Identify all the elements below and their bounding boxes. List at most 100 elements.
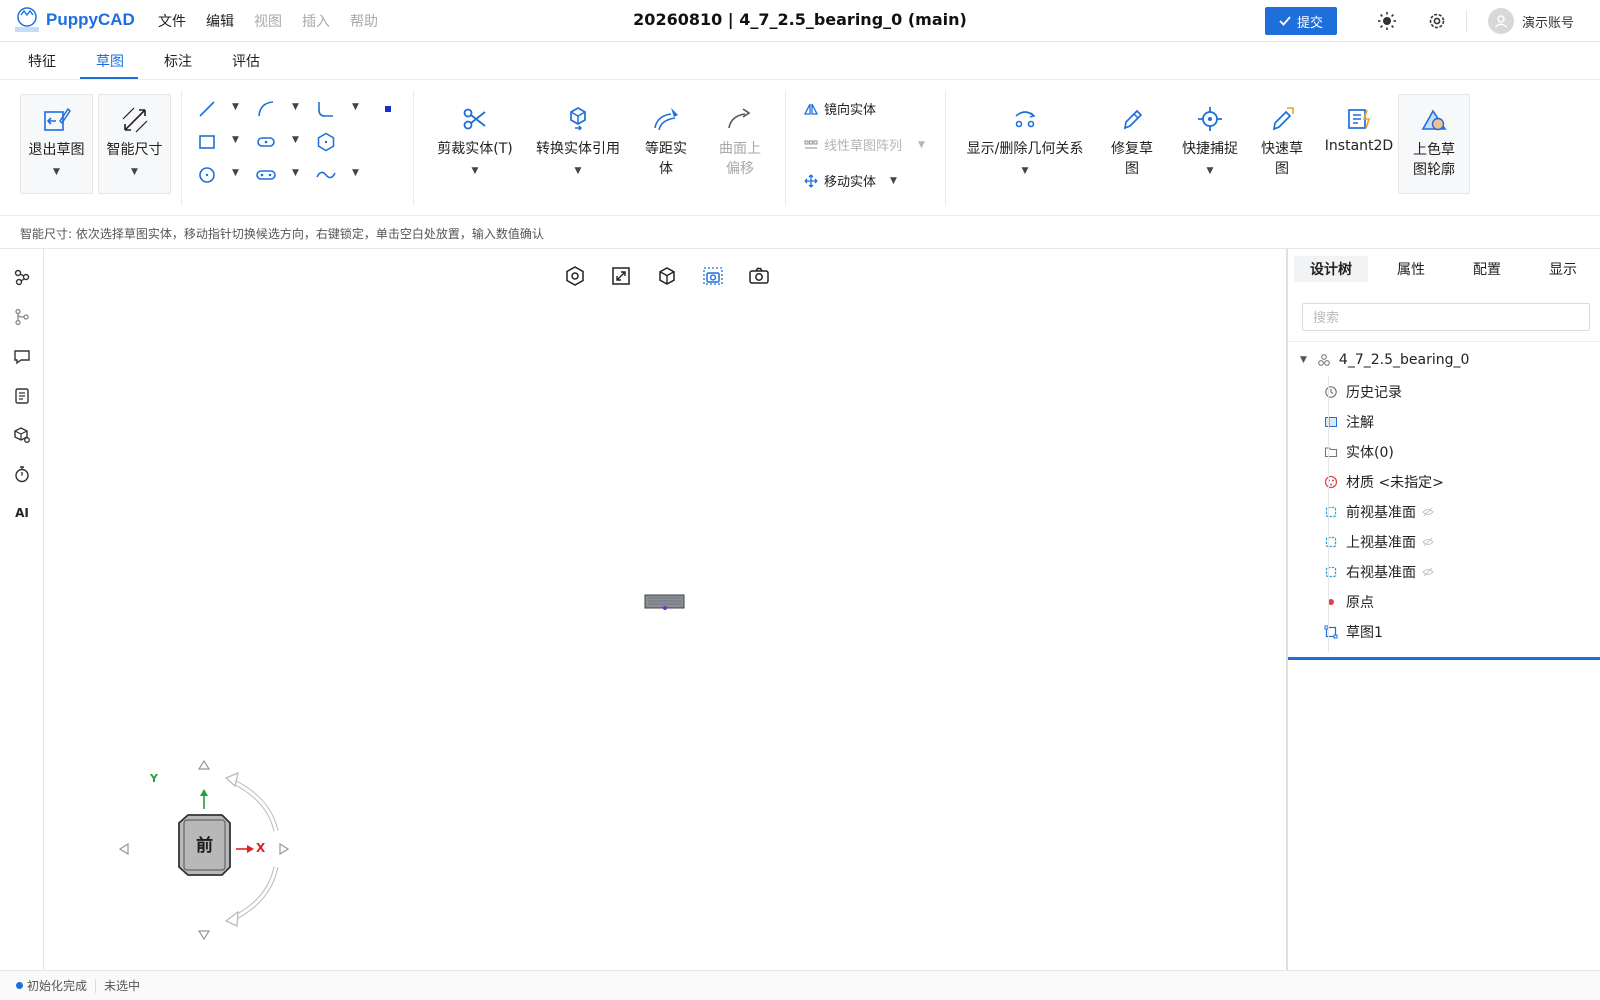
menu-view[interactable]: 视图 bbox=[254, 11, 282, 31]
display-delete-relations-button[interactable]: 显示/删除几何关系 ▼ bbox=[962, 104, 1088, 176]
display-delete-relations-caret[interactable]: ▼ bbox=[1022, 166, 1029, 176]
hidden-eye-icon[interactable] bbox=[1422, 536, 1434, 548]
circle-tool-icon[interactable] bbox=[194, 162, 220, 188]
tree-item-solid-bodies[interactable]: 实体(0) bbox=[1324, 442, 1394, 462]
tree-item-label: 实体(0) bbox=[1346, 445, 1394, 461]
fillet-tool-icon[interactable] bbox=[313, 96, 339, 122]
straight-slot-tool-caret[interactable]: ▼ bbox=[292, 168, 299, 178]
convert-entities-caret[interactable]: ▼ bbox=[575, 166, 582, 176]
active-tab-indicator bbox=[80, 77, 138, 79]
rollback-bar[interactable] bbox=[1288, 657, 1600, 660]
convert-entities-button[interactable]: 转换实体引用 ▼ bbox=[530, 104, 626, 176]
top-bar: PuppyCAD 文件 编辑 视图 插入 帮助 20260810 | 4_7_2… bbox=[0, 0, 1600, 42]
hidden-eye-icon[interactable] bbox=[1422, 506, 1434, 518]
line-tool-icon[interactable] bbox=[194, 96, 220, 122]
smart-dimension-dropdown-caret[interactable]: ▼ bbox=[131, 167, 138, 177]
smart-dimension-button[interactable]: 智能尺寸 ▼ bbox=[98, 94, 171, 194]
origin-point[interactable] bbox=[663, 606, 667, 610]
status-state: 初始化完成 bbox=[27, 979, 88, 993]
tree-item-history[interactable]: 历史记录 bbox=[1324, 382, 1402, 402]
trim-entities-label: 剪裁实体(T) bbox=[437, 141, 513, 157]
spline-tool-caret[interactable]: ▼ bbox=[352, 168, 359, 178]
arc-tool-caret[interactable]: ▼ bbox=[292, 102, 299, 112]
bearing-part-edge[interactable] bbox=[644, 594, 685, 609]
quick-snaps-button[interactable]: 快捷捕捉 ▼ bbox=[1175, 104, 1245, 176]
tree-item-front-plane[interactable]: 前视基准面 bbox=[1324, 502, 1442, 522]
tab-evaluate[interactable]: 评估 bbox=[232, 51, 260, 71]
slot-tool-icon[interactable] bbox=[253, 129, 279, 155]
linear-pattern-caret[interactable]: ▼ bbox=[918, 140, 925, 150]
tab-configuration[interactable]: 配置 bbox=[1450, 256, 1524, 282]
circle-tool-caret[interactable]: ▼ bbox=[232, 168, 239, 178]
mirror-entities-button[interactable]: 镜向实体 bbox=[804, 99, 876, 118]
straight-slot-tool-icon[interactable] bbox=[253, 162, 279, 188]
tab-properties[interactable]: 属性 bbox=[1374, 256, 1448, 282]
rotate-left-arrow-icon[interactable] bbox=[118, 842, 129, 856]
rotate-down-arrow-icon[interactable] bbox=[197, 930, 211, 941]
tree-item-right-plane[interactable]: 右视基准面 bbox=[1324, 562, 1442, 582]
rotate-right-arrow-icon[interactable] bbox=[279, 842, 290, 856]
tree-item-origin[interactable]: 原点 bbox=[1324, 592, 1374, 612]
fillet-tool-caret[interactable]: ▼ bbox=[352, 102, 359, 112]
document-list-icon[interactable] bbox=[12, 386, 32, 406]
ribbon-divider bbox=[413, 90, 414, 206]
tree-item-annotations[interactable]: 注解 bbox=[1324, 412, 1374, 432]
tab-features[interactable]: 特征 bbox=[28, 51, 56, 71]
branch-icon[interactable] bbox=[12, 307, 32, 327]
collapse-caret-icon[interactable]: ▼ bbox=[1300, 355, 1307, 365]
quick-snaps-caret[interactable]: ▼ bbox=[1207, 166, 1214, 176]
tab-annotation[interactable]: 标注 bbox=[164, 51, 192, 71]
repair-sketch-label-line2: 图 bbox=[1125, 161, 1139, 177]
trim-entities-caret[interactable]: ▼ bbox=[472, 166, 479, 176]
hidden-eye-icon[interactable] bbox=[1422, 566, 1434, 578]
tree-item-label: 原点 bbox=[1346, 595, 1374, 611]
polygon-tool-icon[interactable] bbox=[313, 129, 339, 155]
tree-item-sketch1[interactable]: 草图1 bbox=[1324, 622, 1383, 642]
instant2d-button[interactable]: Instant2D bbox=[1322, 104, 1396, 154]
menu-insert[interactable]: 插入 bbox=[302, 11, 330, 31]
roll-clockwise-arrow-icon[interactable] bbox=[230, 778, 279, 832]
move-entities-caret[interactable]: ▼ bbox=[890, 176, 897, 186]
menu-edit[interactable]: 编辑 bbox=[206, 11, 234, 31]
offset-on-surface-button[interactable]: 曲面上 偏移 bbox=[710, 104, 770, 178]
account-menu[interactable]: 演示账号 bbox=[1488, 8, 1574, 34]
move-icon bbox=[804, 174, 818, 187]
app-logo[interactable]: PuppyCAD bbox=[12, 5, 135, 35]
point-tool-icon[interactable] bbox=[375, 96, 401, 122]
move-entities-button[interactable]: 移动实体 ▼ bbox=[804, 171, 897, 190]
tree-item-label: 注解 bbox=[1346, 415, 1374, 431]
trim-entities-button[interactable]: 剪裁实体(T) ▼ bbox=[427, 104, 523, 176]
rectangle-tool-icon[interactable] bbox=[194, 129, 220, 155]
offset-entities-button[interactable]: 等距实 体 bbox=[636, 104, 696, 178]
line-tool-caret[interactable]: ▼ bbox=[232, 102, 239, 112]
comment-icon[interactable] bbox=[12, 347, 32, 367]
3d-viewport[interactable]: 前 Y X bbox=[44, 249, 1286, 970]
rapid-sketch-button[interactable]: 快速草 图 bbox=[1255, 104, 1309, 178]
linear-pattern-button[interactable]: 线性草图阵列 ▼ bbox=[804, 135, 925, 154]
settings-gear-icon[interactable] bbox=[1427, 11, 1447, 31]
theme-toggle-icon[interactable] bbox=[1377, 11, 1397, 31]
menu-file[interactable]: 文件 bbox=[158, 11, 186, 31]
tree-item-top-plane[interactable]: 上视基准面 bbox=[1324, 532, 1442, 552]
spline-tool-icon[interactable] bbox=[313, 162, 339, 188]
part-inspect-icon[interactable] bbox=[12, 425, 32, 445]
shaded-contours-button[interactable]: 上色草 图轮廓 bbox=[1398, 94, 1470, 194]
tree-root-node[interactable]: ▼ 4_7_2.5_bearing_0 bbox=[1300, 352, 1469, 368]
submit-button[interactable]: 提交 bbox=[1265, 7, 1337, 35]
arc-tool-icon[interactable] bbox=[253, 96, 279, 122]
menu-help[interactable]: 帮助 bbox=[350, 11, 378, 31]
slot-tool-caret[interactable]: ▼ bbox=[292, 135, 299, 145]
tree-search-input[interactable] bbox=[1302, 303, 1590, 331]
exit-sketch-dropdown-caret[interactable]: ▼ bbox=[53, 167, 60, 177]
exit-sketch-button[interactable]: 退出草图 ▼ bbox=[20, 94, 93, 194]
tree-item-material[interactable]: 材质 <未指定> bbox=[1324, 472, 1444, 492]
assembly-icon[interactable] bbox=[12, 267, 32, 287]
rotate-up-arrow-icon[interactable] bbox=[197, 759, 211, 770]
tab-design-tree[interactable]: 设计树 bbox=[1294, 256, 1368, 282]
tab-sketch[interactable]: 草图 bbox=[96, 51, 124, 71]
tab-display[interactable]: 显示 bbox=[1526, 256, 1600, 282]
repair-sketch-button[interactable]: 修复草 图 bbox=[1105, 104, 1159, 178]
rectangle-tool-caret[interactable]: ▼ bbox=[232, 135, 239, 145]
ai-assistant-button[interactable]: AI bbox=[12, 503, 32, 523]
stopwatch-icon[interactable] bbox=[12, 464, 32, 484]
